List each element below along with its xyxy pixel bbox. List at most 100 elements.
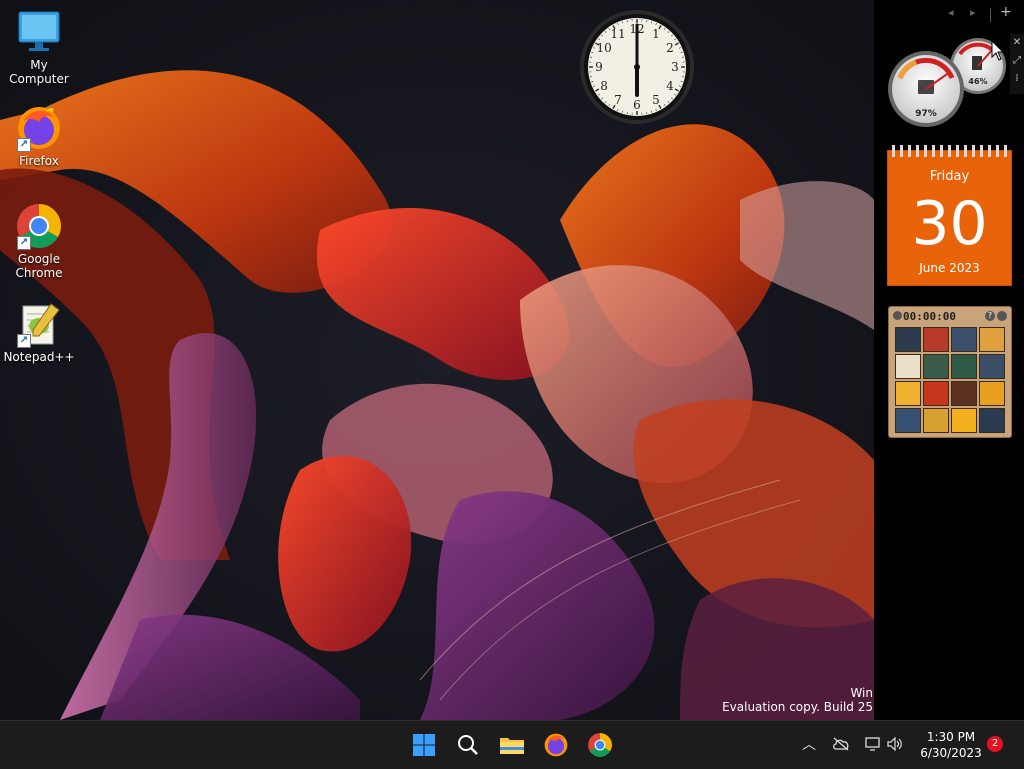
calendar-ring bbox=[964, 145, 967, 157]
speaker-icon bbox=[887, 737, 903, 751]
puzzle-tile[interactable] bbox=[979, 381, 1005, 406]
clock-numeral: 5 bbox=[652, 93, 660, 107]
sidebar-add-gadget-button[interactable]: + bbox=[1000, 4, 1012, 20]
calendar-ring bbox=[908, 145, 911, 157]
notepadpp-icon: ↗ bbox=[15, 300, 63, 348]
gadget-sidebar: ◂ ▸ + ✕ ⤢ ⁞ 46% bbox=[874, 0, 1024, 720]
onedrive-button[interactable] bbox=[830, 733, 852, 755]
desktop-icon-label: My Computer bbox=[2, 58, 76, 86]
windows-logo-icon bbox=[412, 733, 436, 757]
taskbar-chrome-button[interactable] bbox=[584, 729, 616, 761]
puzzle-tile[interactable] bbox=[951, 327, 977, 352]
puzzle-tile[interactable] bbox=[951, 408, 977, 433]
taskbar-time: 1:30 PM bbox=[918, 729, 984, 745]
cpu-percent: 97% bbox=[915, 109, 937, 119]
calendar-ring bbox=[932, 145, 935, 157]
calendar-ring bbox=[980, 145, 983, 157]
desktop-icon-chrome[interactable]: ↗ Google Chrome bbox=[2, 202, 76, 280]
sidebar-controls: ◂ ▸ + bbox=[944, 6, 1024, 26]
puzzle-tile[interactable] bbox=[951, 381, 977, 406]
puzzle-tile[interactable] bbox=[951, 354, 977, 379]
memory-percent: 46% bbox=[968, 77, 987, 86]
clock-numeral: 3 bbox=[671, 60, 679, 74]
puzzle-tile[interactable] bbox=[979, 327, 1005, 352]
calendar-ring bbox=[996, 145, 999, 157]
picture-puzzle-gadget[interactable]: 00:00:00 ? bbox=[888, 306, 1012, 438]
taskbar: ︿ 1:30 PM 6/30/2023 2 bbox=[0, 720, 1024, 769]
puzzle-timer: 00:00:00 bbox=[903, 310, 956, 323]
puzzle-tile[interactable] bbox=[923, 381, 949, 406]
puzzle-tile[interactable] bbox=[895, 354, 921, 379]
shortcut-arrow-icon: ↗ bbox=[17, 138, 31, 152]
taskbar-date: 6/30/2023 bbox=[918, 745, 984, 761]
clock-numeral: 2 bbox=[666, 41, 674, 55]
clock-numeral: 10 bbox=[596, 41, 611, 55]
desktop-icon-notepadpp[interactable]: ↗ Notepad++ bbox=[2, 300, 76, 364]
clock-numeral: 9 bbox=[595, 60, 603, 74]
taskbar-firefox-button[interactable] bbox=[540, 729, 572, 761]
calendar-ring bbox=[892, 145, 895, 157]
puzzle-menu-icon[interactable] bbox=[893, 311, 902, 320]
calendar-day-number: 30 bbox=[888, 189, 1011, 259]
desktop-icon-label: Notepad++ bbox=[2, 350, 76, 364]
calendar-ring bbox=[972, 145, 975, 157]
clock-numeral: 7 bbox=[614, 93, 622, 107]
shortcut-arrow-icon: ↗ bbox=[17, 236, 31, 250]
puzzle-tile[interactable] bbox=[923, 408, 949, 433]
start-button[interactable] bbox=[408, 729, 440, 761]
clock-numeral: 8 bbox=[600, 79, 608, 93]
clock-numeral: 11 bbox=[610, 27, 625, 41]
puzzle-tile[interactable] bbox=[979, 354, 1005, 379]
chrome-icon: ↗ bbox=[15, 202, 63, 250]
puzzle-restart-icon[interactable] bbox=[997, 311, 1007, 321]
desktop-icon-my-computer[interactable]: My Computer bbox=[2, 8, 76, 86]
puzzle-toolbar: 00:00:00 ? bbox=[893, 310, 1007, 324]
clock-numeral: 6 bbox=[633, 98, 641, 112]
desktop-icon-firefox[interactable]: ↗ Firefox bbox=[2, 104, 76, 168]
watermark-line-2: Evaluation copy. Build 25 bbox=[722, 700, 873, 714]
shortcut-arrow-icon: ↗ bbox=[17, 334, 31, 348]
calendar-ring bbox=[956, 145, 959, 157]
calendar-ring bbox=[1004, 145, 1007, 157]
calendar-gadget[interactable]: Friday 30 June 2023 bbox=[887, 150, 1012, 286]
cloud-offline-icon bbox=[832, 737, 850, 751]
puzzle-tile[interactable] bbox=[895, 327, 921, 352]
calendar-weekday: Friday bbox=[888, 169, 1011, 184]
puzzle-tile[interactable] bbox=[979, 408, 1005, 433]
sidebar-prev-button[interactable]: ◂ bbox=[948, 6, 954, 19]
watermark-line-1: Win bbox=[722, 686, 873, 700]
volume-button[interactable] bbox=[884, 733, 906, 755]
calendar-ring bbox=[900, 145, 903, 157]
folder-icon bbox=[499, 734, 525, 756]
puzzle-tile[interactable] bbox=[895, 408, 921, 433]
puzzle-tile[interactable] bbox=[923, 354, 949, 379]
monitor-icon bbox=[15, 8, 63, 56]
calendar-ring bbox=[924, 145, 927, 157]
puzzle-grid bbox=[895, 327, 1005, 433]
calendar-ring bbox=[940, 145, 943, 157]
clock-gadget[interactable]: 12 1 2 3 4 5 6 7 8 9 10 11 bbox=[578, 8, 696, 126]
desktop-wallpaper bbox=[0, 0, 874, 720]
search-button[interactable] bbox=[452, 729, 484, 761]
puzzle-tile[interactable] bbox=[923, 327, 949, 352]
puzzle-help-icon[interactable]: ? bbox=[985, 311, 995, 321]
firefox-icon: ↗ bbox=[15, 104, 63, 152]
cpu-icon bbox=[918, 80, 934, 94]
show-hidden-icons-button[interactable]: ︿ bbox=[798, 733, 820, 755]
desktop-icon-label: Google Chrome bbox=[9, 252, 69, 280]
evaluation-watermark: Win Evaluation copy. Build 25 bbox=[722, 686, 873, 714]
search-icon bbox=[457, 734, 479, 756]
mouse-cursor-icon bbox=[991, 40, 1005, 62]
taskbar-clock[interactable]: 1:30 PM 6/30/2023 bbox=[918, 729, 984, 761]
chrome-icon bbox=[587, 732, 613, 758]
notification-badge[interactable]: 2 bbox=[987, 736, 1003, 752]
chevron-up-icon: ︿ bbox=[802, 734, 816, 754]
desktop-icon-label: Firefox bbox=[2, 154, 76, 168]
calendar-ring bbox=[916, 145, 919, 157]
sidebar-next-button[interactable]: ▸ bbox=[970, 6, 976, 19]
puzzle-tile[interactable] bbox=[895, 381, 921, 406]
firefox-icon bbox=[543, 732, 569, 758]
calendar-ring bbox=[988, 145, 991, 157]
network-button[interactable] bbox=[862, 733, 884, 755]
file-explorer-button[interactable] bbox=[496, 729, 528, 761]
